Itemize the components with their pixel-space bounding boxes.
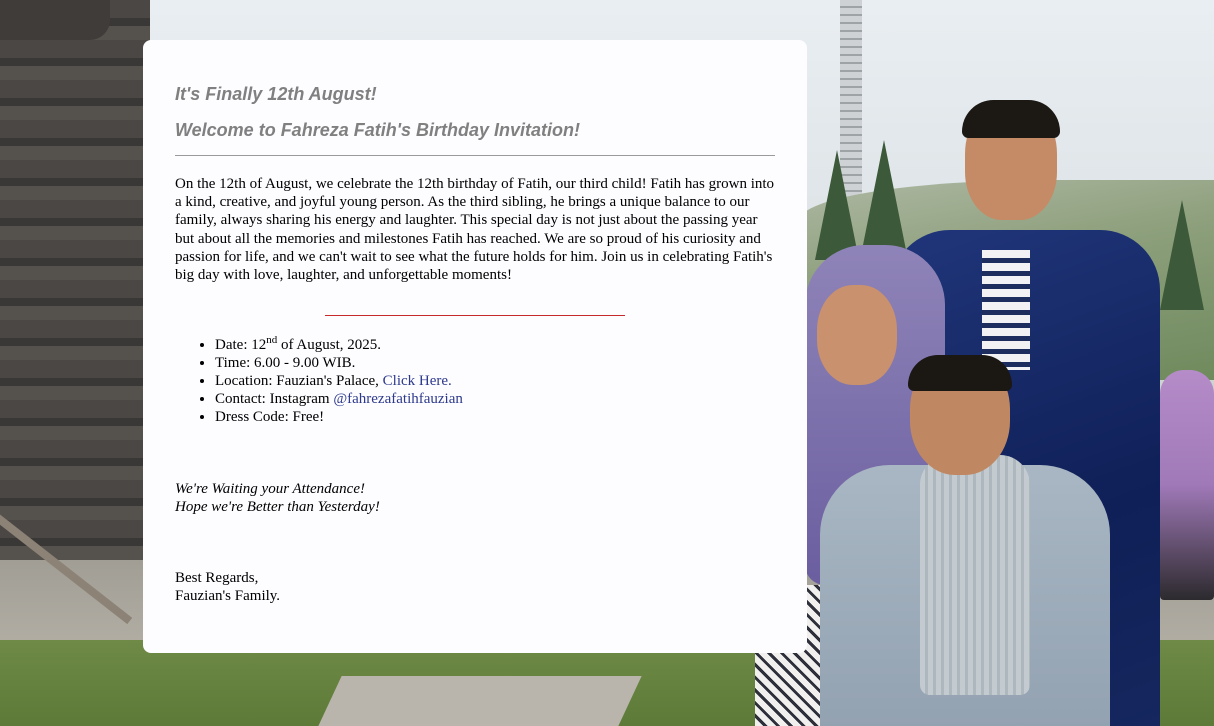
section-divider	[325, 315, 625, 316]
regards-line-2: Fauzian's Family.	[175, 588, 281, 604]
date-suffix: of August, 2025.	[277, 337, 381, 353]
invitation-card: It's Finally 12th August! Welcome to Fah…	[143, 40, 807, 653]
stone-path	[318, 676, 642, 726]
regards-line-1: Best Regards,	[175, 570, 259, 586]
date-prefix: Date: 12	[215, 337, 267, 353]
date-superscript: nd	[266, 334, 278, 346]
detail-contact: Contact: Instagram @fahrezafatihfauzian	[215, 390, 463, 408]
heading-divider	[175, 155, 775, 156]
tree	[815, 150, 859, 260]
signature: Best Regards, Fauzian's Family.	[175, 569, 280, 605]
person-boy	[820, 355, 1110, 726]
tree	[1160, 200, 1204, 310]
closing-line-2: Hope we're Better than Yesterday!	[175, 499, 380, 515]
temple-wall	[0, 0, 150, 560]
intro-paragraph: On the 12th of August, we celebrate the …	[175, 176, 775, 284]
instagram-link[interactable]: @fahrezafatihfauzian	[333, 391, 463, 407]
location-link[interactable]: Click Here.	[383, 373, 452, 389]
temple-top	[0, 0, 110, 40]
detail-location: Location: Fauzian's Palace, Click Here.	[215, 372, 463, 390]
contact-prefix: Contact: Instagram	[215, 391, 334, 407]
title-line-1: It's Finally 12th August!	[175, 84, 377, 104]
location-prefix: Location: Fauzian's Palace,	[215, 373, 383, 389]
closing-message: We're Waiting your Attendance! Hope we're…	[175, 480, 380, 516]
detail-time: Time: 6.00 - 9.00 WIB.	[215, 354, 463, 372]
bystander	[1160, 370, 1214, 600]
title-line-2: Welcome to Fahreza Fatih's Birthday Invi…	[175, 120, 581, 140]
detail-date: Date: 12nd of August, 2025.	[215, 334, 463, 354]
details-list: Date: 12nd of August, 2025. Time: 6.00 -…	[175, 334, 463, 426]
closing-line-1: We're Waiting your Attendance!	[175, 481, 365, 497]
detail-dress-code: Dress Code: Free!	[215, 408, 463, 426]
